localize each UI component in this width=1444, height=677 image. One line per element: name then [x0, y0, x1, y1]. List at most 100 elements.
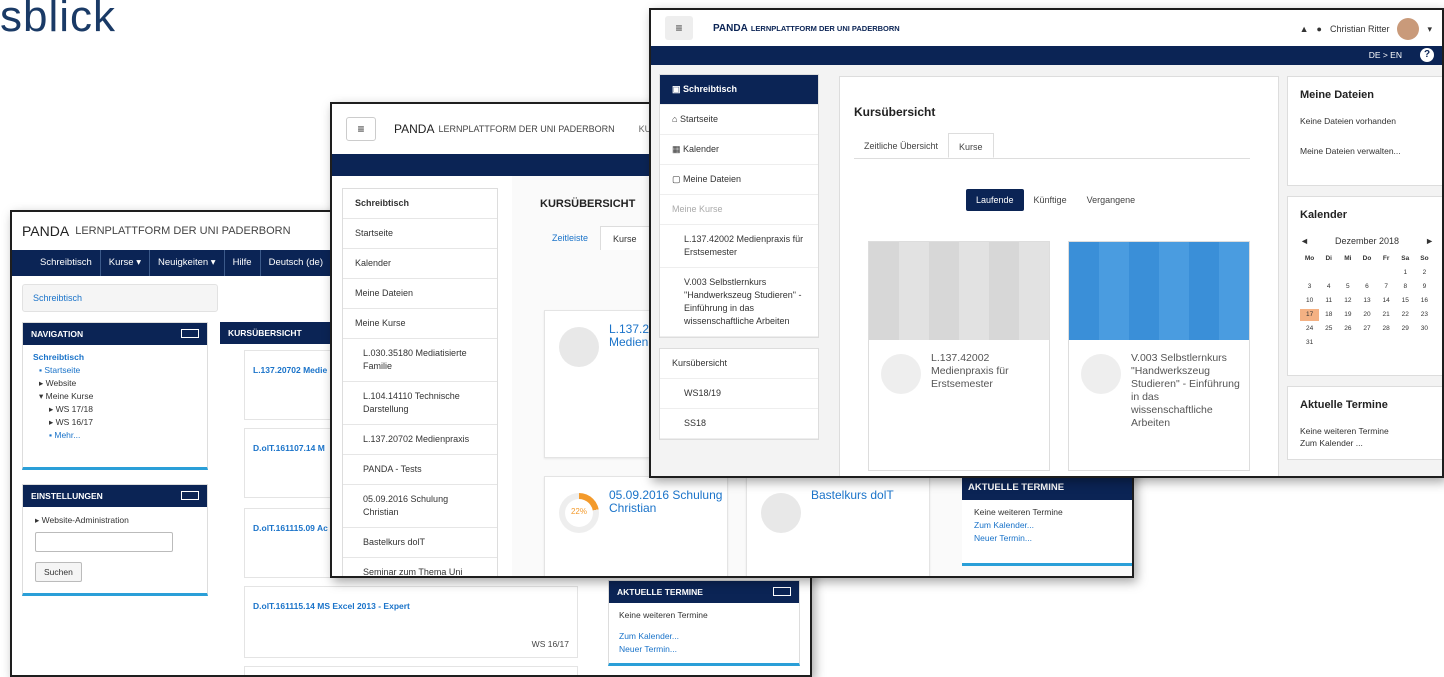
nav-neuigkeiten[interactable]: Neuigkeiten ▾: [150, 250, 225, 276]
calendar-day[interactable]: 19: [1338, 309, 1357, 321]
sidebar-item-schreibtisch[interactable]: ▣ Schreibtisch: [660, 75, 818, 105]
help-icon[interactable]: ?: [1420, 48, 1434, 62]
avatar[interactable]: [1397, 18, 1420, 40]
sidebar-item-startseite[interactable]: Startseite: [343, 219, 497, 249]
sidebar-course[interactable]: L.030.35180 Mediatisierte Familie: [343, 339, 497, 382]
block-controls-icon[interactable]: [181, 329, 199, 338]
course-card[interactable]: [244, 666, 578, 675]
sidebar-course[interactable]: V.003 Selbstlernkurs "Handwerkszeug Stud…: [660, 268, 818, 337]
calendar-day[interactable]: 26: [1338, 323, 1357, 335]
calendar-day[interactable]: 20: [1357, 309, 1376, 321]
course-link[interactable]: D.olT.161115.14 MS Excel 2013 - Expert: [253, 601, 410, 611]
course-link[interactable]: D.olT.161107.14 M: [253, 443, 325, 453]
breadcrumb[interactable]: Schreibtisch: [22, 284, 218, 312]
tab-kurse[interactable]: Kurse: [948, 133, 994, 158]
nav-hilfe[interactable]: Hilfe: [225, 250, 261, 276]
user-name[interactable]: Christian Ritter: [1330, 24, 1390, 34]
calendar-day[interactable]: 18: [1319, 309, 1338, 321]
nav-language[interactable]: Deutsch (de): [261, 250, 332, 276]
course-card[interactable]: L.137.20 Medienpr: [544, 310, 664, 458]
nav-tree-startseite[interactable]: ▪ Startseite: [33, 364, 197, 377]
calendar-day[interactable]: 17: [1300, 309, 1320, 321]
calendar-link[interactable]: Zum Kalender...: [974, 519, 1120, 532]
course-card[interactable]: L.137.42002 Medienpraxis für Erstsemeste…: [868, 241, 1050, 471]
menu-icon[interactable]: ≡: [665, 16, 693, 40]
calendar-day[interactable]: 29: [1396, 323, 1415, 335]
nav-schreibtisch[interactable]: Schreibtisch: [32, 250, 101, 276]
new-event-link[interactable]: Neuer Termin...: [619, 643, 789, 656]
calendar-day[interactable]: 24: [1300, 323, 1319, 335]
block-controls-icon[interactable]: [773, 587, 791, 596]
new-event-link[interactable]: Neuer Termin...: [974, 532, 1120, 545]
nav-tree-schreibtisch[interactable]: Schreibtisch: [33, 351, 197, 364]
nav-tree-mehr[interactable]: ▪ Mehr...: [33, 429, 197, 442]
calendar-day[interactable]: 9: [1415, 281, 1434, 293]
search-button[interactable]: Suchen: [35, 562, 82, 582]
calendar-day[interactable]: 4: [1319, 281, 1338, 293]
calendar-day[interactable]: 10: [1300, 295, 1319, 307]
block-controls-icon[interactable]: [181, 491, 199, 500]
sidebar-item-kalender[interactable]: Kalender: [343, 249, 497, 279]
calendar-day[interactable]: 13: [1357, 295, 1376, 307]
calendar-day[interactable]: 1: [1396, 267, 1415, 279]
message-icon[interactable]: ●: [1317, 24, 1322, 34]
calendar-day[interactable]: 16: [1415, 295, 1434, 307]
calendar-day[interactable]: 3: [1300, 281, 1319, 293]
nav-tree-ws1718[interactable]: ▸ WS 17/18: [33, 403, 197, 416]
filter-laufende[interactable]: Laufende: [966, 189, 1024, 211]
calendar-day[interactable]: 15: [1396, 295, 1415, 307]
filter-vergangene[interactable]: Vergangene: [1077, 189, 1146, 211]
calendar-day[interactable]: 7: [1377, 281, 1396, 293]
prev-month-icon[interactable]: ◄: [1300, 235, 1309, 247]
sidebar-course[interactable]: PANDA - Tests: [343, 455, 497, 485]
sidebar-course[interactable]: L.137.20702 Medienpraxis: [343, 425, 497, 455]
course-title[interactable]: 05.09.2016 Schulung Christian: [609, 489, 727, 515]
sidebar-item-ws1819[interactable]: WS18/19: [660, 379, 818, 409]
calendar-day[interactable]: 5: [1338, 281, 1357, 293]
nav-tree-ws1617[interactable]: ▸ WS 16/17: [33, 416, 197, 429]
manage-files-link[interactable]: Meine Dateien verwalten...: [1300, 145, 1434, 157]
calendar-day[interactable]: 27: [1357, 323, 1376, 335]
sidebar-item-startseite[interactable]: ⌂ Startseite: [660, 105, 818, 135]
course-card[interactable]: 22% 05.09.2016 Schulung Christian: [544, 476, 728, 576]
tab-zeitliche-uebersicht[interactable]: Zeitliche Übersicht: [854, 133, 948, 158]
sidebar-item-kalender[interactable]: ▦ Kalender: [660, 135, 818, 165]
sidebar-course[interactable]: Seminar zum Thema Uni: [343, 558, 497, 576]
nav-tree-meine-kurse[interactable]: ▾ Meine Kurse: [33, 390, 197, 403]
sidebar-item-dateien[interactable]: Meine Dateien: [343, 279, 497, 309]
sidebar-item-dateien[interactable]: ▢ Meine Dateien: [660, 165, 818, 195]
next-month-icon[interactable]: ►: [1425, 235, 1434, 247]
sidebar-course[interactable]: L.104.14110 Technische Darstellung: [343, 382, 497, 425]
nav-tree-website[interactable]: ▸ Website: [33, 377, 197, 390]
user-menu[interactable]: ▲ ● Christian Ritter ▾: [1300, 18, 1432, 40]
calendar-day[interactable]: 31: [1300, 337, 1319, 349]
sidebar-course[interactable]: 05.09.2016 Schulung Christian: [343, 485, 497, 528]
sidebar-course[interactable]: Bastelkurs dolT: [343, 528, 497, 558]
calendar-day[interactable]: 6: [1357, 281, 1376, 293]
sidebar-item-kursuebersicht[interactable]: Kursübersicht: [660, 349, 818, 379]
calendar-day[interactable]: 12: [1338, 295, 1357, 307]
calendar-day[interactable]: 25: [1319, 323, 1338, 335]
brand-logo[interactable]: PANDA: [394, 122, 434, 136]
course-card[interactable]: V.003 Selbstlernkurs "Handwerkszeug Stud…: [1068, 241, 1250, 471]
menu-icon[interactable]: ≡: [346, 117, 376, 141]
calendar-day[interactable]: 30: [1415, 323, 1434, 335]
course-card[interactable]: D.olT.161115.14 MS Excel 2013 - Expert W…: [244, 586, 578, 658]
language-switch[interactable]: DE > EN: [651, 46, 1442, 65]
sidebar-item-meine-kurse[interactable]: Meine Kurse: [343, 309, 497, 339]
course-card[interactable]: Bastelkurs dolT: [746, 476, 930, 576]
sidebar-course[interactable]: L.137.42002 Medienpraxis für Erstsemeste…: [660, 225, 818, 268]
calendar-day[interactable]: 8: [1396, 281, 1415, 293]
brand-logo[interactable]: PANDA: [22, 223, 69, 239]
tab-zeitleiste[interactable]: Zeitleiste: [540, 226, 600, 250]
calendar-day[interactable]: 14: [1377, 295, 1396, 307]
calendar-link[interactable]: Zum Kalender ...: [1300, 437, 1434, 449]
settings-search-input[interactable]: [35, 532, 173, 552]
bell-icon[interactable]: ▲: [1300, 24, 1309, 34]
chevron-down-icon[interactable]: ▾: [1427, 24, 1432, 35]
sidebar-item-ss18[interactable]: SS18: [660, 409, 818, 439]
tab-kurse[interactable]: Kurse: [600, 226, 650, 250]
calendar-day[interactable]: 2: [1415, 267, 1434, 279]
calendar-day[interactable]: 21: [1377, 309, 1396, 321]
calendar-day[interactable]: 23: [1415, 309, 1434, 321]
